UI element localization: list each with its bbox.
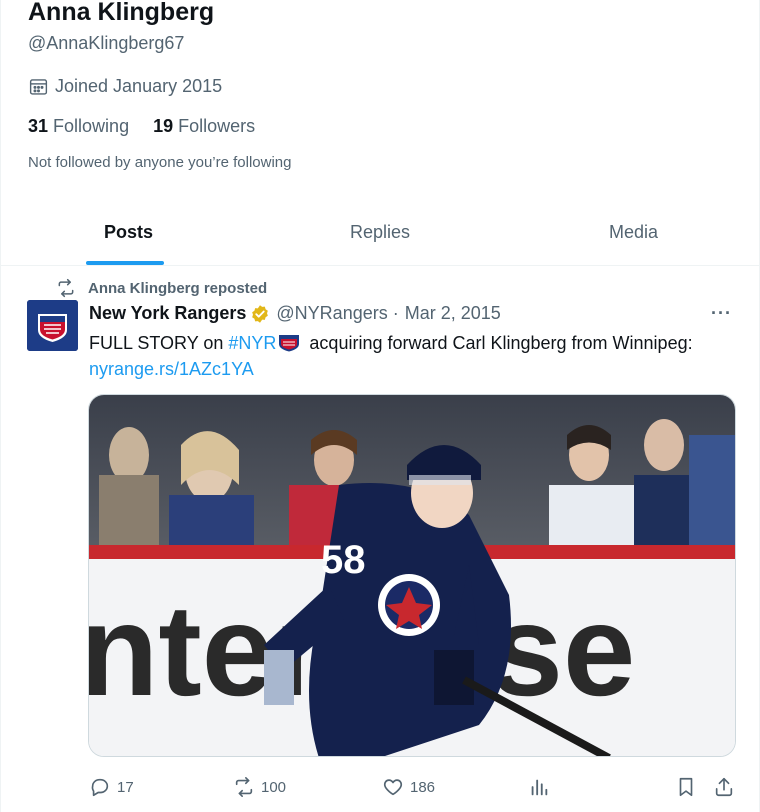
tab-replies[interactable]: Replies — [254, 200, 506, 265]
like-button[interactable]: 186 — [382, 776, 435, 798]
repost-icon — [58, 278, 74, 298]
not-followed-note: Not followed by anyone you’re following — [28, 154, 292, 171]
reply-count: 17 — [117, 778, 134, 796]
post-body: FULL STORY on #NYR acquiring forward Car… — [89, 330, 739, 382]
share-button[interactable] — [713, 776, 735, 798]
post-media-image[interactable]: nterprise 58 — [88, 394, 736, 757]
follow-stats: 31 Following 19 Followers — [28, 116, 255, 137]
post-text-suffix: acquiring forward Carl Klingberg from Wi… — [304, 333, 693, 353]
repost-button[interactable]: 100 — [233, 776, 286, 798]
like-count: 186 — [410, 778, 436, 796]
analytics-icon — [531, 779, 548, 796]
post-author-handle[interactable]: @NYRangers — [276, 303, 387, 324]
profile-tabs: Posts Replies Media — [1, 200, 760, 266]
following-label: Following — [53, 116, 130, 136]
following-link[interactable]: 31 Following — [28, 116, 129, 137]
post-author-name[interactable]: New York Rangers — [89, 303, 246, 324]
profile-handle: @AnnaKlingberg67 — [28, 33, 185, 53]
post-link[interactable]: nyrange.rs/1AZc1YA — [89, 359, 254, 379]
heart-icon — [383, 779, 403, 796]
repost-indicator: Anna Klingberg reposted — [56, 278, 267, 298]
bookmark-icon — [679, 777, 693, 797]
share-icon — [715, 777, 733, 797]
followers-count: 19 — [153, 116, 174, 136]
views-button[interactable] — [528, 776, 550, 798]
repost-count: 100 — [261, 778, 287, 796]
calendar-icon — [29, 79, 48, 95]
rangers-logo-icon — [27, 300, 78, 351]
tab-media[interactable]: Media — [506, 200, 760, 265]
post-text-prefix: FULL STORY on — [89, 333, 229, 353]
tab-media-label: Media — [608, 222, 659, 242]
hockey-photo: nterprise 58 — [89, 395, 735, 756]
bookmark-button[interactable] — [675, 776, 697, 798]
profile-header: Anna Klingberg @AnnaKlingberg67 Joined J… — [0, 0, 760, 266]
author-avatar[interactable] — [27, 300, 78, 351]
post[interactable]: Anna Klingberg reposted New York Rangers… — [0, 266, 760, 812]
active-tab-indicator — [86, 261, 164, 265]
meta-separator: · — [392, 303, 399, 323]
joined-date: Joined January 2015 — [28, 76, 222, 97]
jersey-number: 58 — [321, 538, 366, 582]
repost-icon — [235, 777, 253, 797]
joined-text: Joined January 2015 — [55, 76, 223, 96]
verified-badge-icon — [252, 304, 269, 323]
tab-replies-label: Replies — [349, 222, 411, 242]
followers-label: Followers — [178, 116, 256, 136]
hashtag-link[interactable]: #NYR — [228, 333, 276, 353]
following-count: 31 — [28, 116, 49, 136]
tab-posts-label: Posts — [104, 222, 154, 242]
profile-name: Anna Klingberg — [28, 0, 215, 26]
reply-icon — [91, 778, 109, 797]
repost-label[interactable]: Anna Klingberg reposted — [88, 280, 267, 297]
post-date[interactable]: Mar 2, 2015 — [405, 303, 501, 324]
post-actions: 17 100 186 — [1, 770, 760, 806]
reply-button[interactable]: 17 — [89, 776, 134, 798]
tab-posts[interactable]: Posts — [1, 200, 254, 265]
more-options-button[interactable]: ··· — [711, 303, 732, 324]
post-header: New York Rangers @NYRangers · Mar 2, 201… — [89, 303, 501, 324]
rangers-hashflag-icon — [279, 335, 300, 352]
followers-link[interactable]: 19 Followers — [153, 116, 255, 137]
